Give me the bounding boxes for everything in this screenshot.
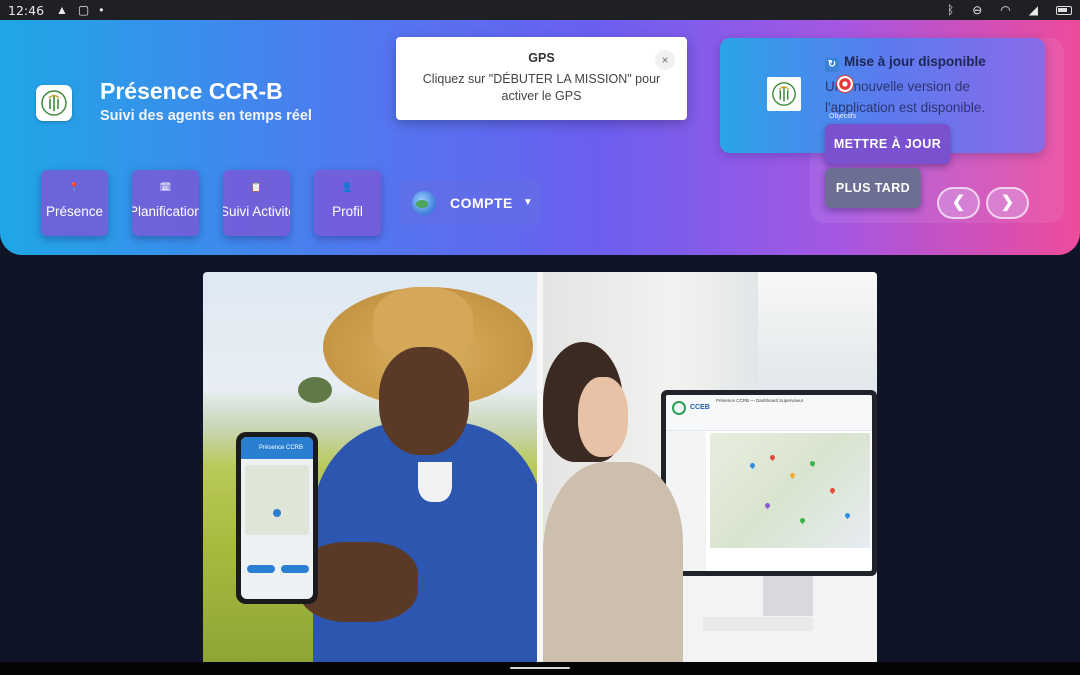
map-pin-icon — [273, 509, 281, 517]
pin-icon: 📍 — [68, 182, 81, 192]
app-title: Présence CCR-B — [100, 78, 283, 104]
update-title: ↻ Mise à jour disponible — [825, 54, 986, 72]
tree-shape — [298, 377, 332, 403]
dashboard-logo-text: CCEB — [690, 404, 710, 411]
nav-planification-button[interactable]: 🗓 Planification — [132, 170, 199, 236]
refresh-icon: ↻ — [825, 58, 839, 72]
gps-toast: GPS Cliquez sur "DÉBUTER LA MISSION" pou… — [396, 37, 687, 120]
toast-message: Cliquez sur "DÉBUTER LA MISSION" pour ac… — [422, 72, 661, 103]
farmer-photo: Présence CCRB — [203, 272, 543, 662]
monitor-stand — [763, 576, 813, 616]
later-button[interactable]: PLUS TARD — [825, 168, 921, 208]
app-subtitle: Suivi des agents en temps réel — [100, 108, 312, 124]
phone-button-1 — [247, 565, 275, 573]
account-menu-button[interactable]: COMPTE ▼ — [400, 180, 540, 225]
map-marker — [763, 501, 772, 510]
nav-presence-button[interactable]: 📍 Présence — [41, 170, 108, 236]
map-marker — [828, 486, 837, 495]
phone-mockup: Présence CCRB — [236, 432, 318, 604]
dashboard-map — [710, 433, 870, 548]
clipboard-icon: 📋 — [250, 182, 263, 192]
update-now-button[interactable]: METTRE À JOUR — [825, 124, 950, 164]
update-title-text: Mise à jour disponible — [844, 54, 986, 69]
nav-profil-label: Profil — [332, 204, 363, 219]
alert-icon: ▲ — [56, 3, 68, 17]
map-marker — [788, 471, 797, 480]
hero-image: Présence CCRB CCEB Présence CCRB — Dashb… — [203, 272, 877, 662]
monitor-screen: CCEB Présence CCRB — Dashboard Supervise… — [666, 395, 872, 571]
phone-header: Présence CCRB — [241, 437, 313, 459]
system-status-bar: 12:46 ▲ ▢ • ᛒ ⊖ ◠ ◢ — [0, 0, 1080, 20]
clock: 12:46 — [8, 2, 45, 18]
nav-suivi-activites-label: Suivi Activités — [223, 204, 290, 219]
caret-down-icon: ▼ — [522, 197, 533, 208]
account-label: COMPTE — [450, 194, 513, 211]
keyboard — [703, 617, 813, 631]
objectives-label: Objectifs — [829, 113, 857, 120]
farmer-face — [379, 347, 469, 455]
bluetooth-icon: ᛒ — [947, 3, 955, 17]
target-icon — [836, 75, 854, 93]
office-photo: CCEB Présence CCRB — Dashboard Supervise… — [543, 272, 877, 662]
monitor-mockup: CCEB Présence CCRB — Dashboard Supervise… — [661, 390, 877, 576]
map-marker — [798, 516, 807, 525]
woman-blazer — [543, 462, 683, 662]
toast-title: GPS — [528, 51, 555, 65]
signal-icon: ◢ — [1028, 3, 1038, 17]
dashboard-logo-icon — [672, 401, 686, 415]
phone-button-2 — [281, 565, 309, 573]
map-marker — [843, 511, 852, 520]
nav-suivi-activites-button[interactable]: 📋 Suivi Activités — [223, 170, 290, 236]
screen-icon: ▢ — [77, 3, 90, 17]
battery-icon — [1056, 5, 1072, 15]
office-window — [758, 272, 877, 397]
phone-screen: Présence CCRB — [241, 437, 313, 599]
calendar-icon: 🗓 — [159, 182, 172, 192]
next-arrow-button[interactable]: ❯ — [986, 187, 1029, 219]
dot-icon: • — [99, 3, 104, 17]
dashboard-title: Présence CCRB — Dashboard Superviseur — [716, 398, 804, 403]
app-logo — [36, 85, 72, 121]
app-header: Présence CCR-B Suivi des agents en temps… — [0, 20, 1080, 255]
map-marker — [748, 461, 757, 470]
nav-planification-label: Planification — [132, 204, 199, 219]
phone-map — [245, 465, 309, 535]
update-app-logo — [767, 77, 801, 111]
close-icon[interactable]: × — [655, 50, 675, 70]
nav-presence-label: Présence — [45, 204, 104, 219]
map-marker — [808, 459, 817, 468]
home-gesture-handle[interactable] — [510, 667, 570, 669]
dnd-icon: ⊖ — [972, 3, 983, 17]
prev-arrow-button[interactable]: ❮ — [937, 187, 980, 219]
wifi-icon: ◠ — [1000, 3, 1011, 17]
nav-profil-button[interactable]: 👤 Profil — [314, 170, 381, 236]
woman-face — [578, 377, 628, 457]
user-icon: 👤 — [341, 182, 354, 192]
farmer-collar — [418, 462, 452, 502]
globe-icon — [412, 190, 436, 215]
dashboard-header: CCEB Présence CCRB — Dashboard Supervise… — [666, 395, 872, 431]
map-marker — [768, 453, 777, 462]
